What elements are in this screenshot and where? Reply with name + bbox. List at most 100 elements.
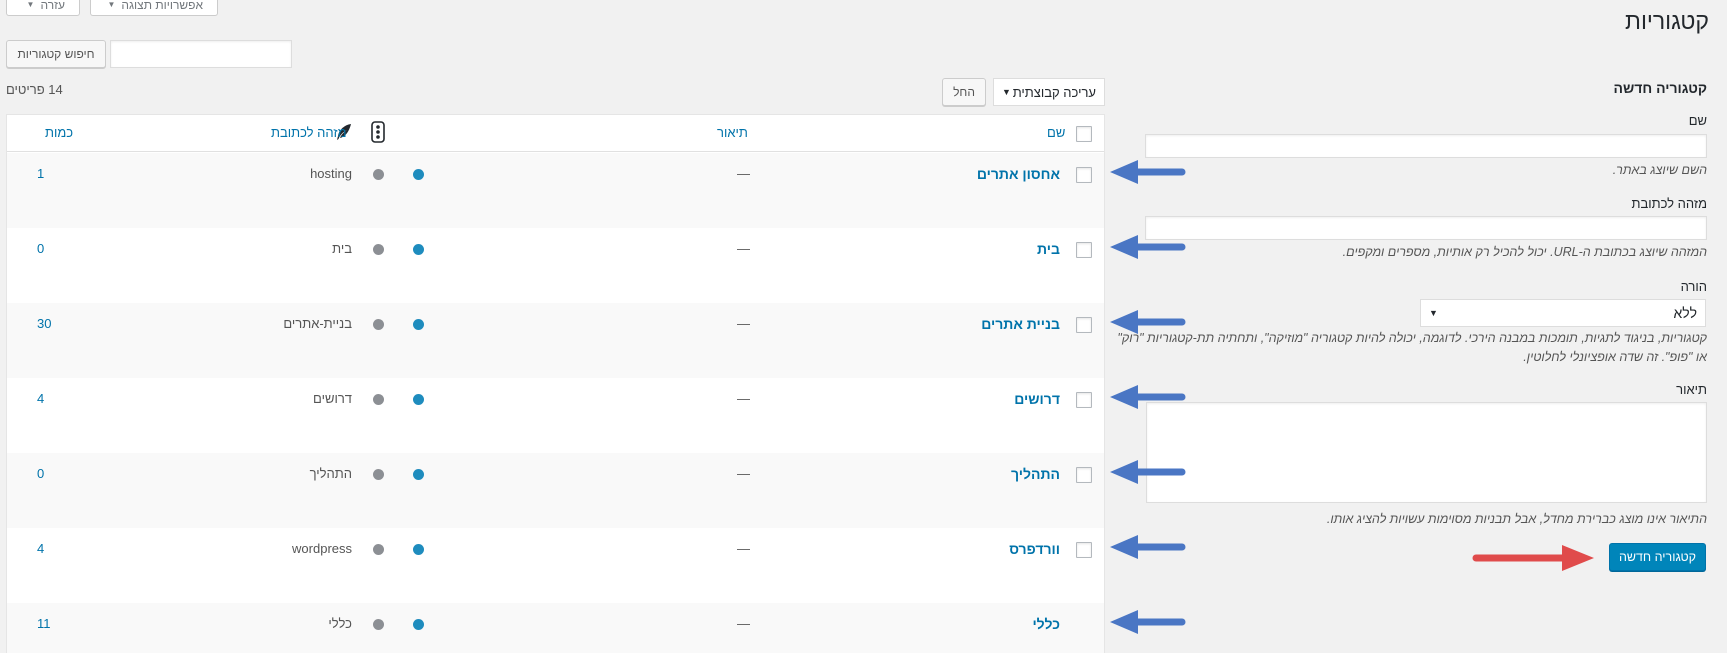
table-row: התהליך — התהליך 0 <box>7 453 1104 528</box>
category-description: — <box>737 391 750 406</box>
category-description: — <box>737 616 750 631</box>
category-description: — <box>737 466 750 481</box>
category-count-link[interactable]: 4 <box>37 391 44 406</box>
category-name-link[interactable]: אחסון אתרים <box>977 166 1060 182</box>
category-description: — <box>737 241 750 256</box>
bulk-actions-select[interactable]: עריכה קבוצתית ▼ <box>993 78 1105 106</box>
table-row: וורדפרס — wordpress 4 <box>7 528 1104 603</box>
category-count-link[interactable]: 4 <box>37 541 44 556</box>
status-dot-gray <box>373 169 384 180</box>
column-count-header[interactable]: כמות <box>45 125 73 140</box>
name-label: שם <box>1688 113 1707 128</box>
category-count-link[interactable]: 0 <box>37 241 44 256</box>
column-slug-header[interactable]: מזהה לכתובת <box>271 125 347 140</box>
category-slug: התהליך <box>309 466 352 481</box>
category-name-link[interactable]: בית <box>1037 241 1060 257</box>
screen-options-button[interactable]: אפשרויות תצוגה ▼ <box>90 0 218 16</box>
parent-select[interactable]: ללא ▼ <box>1420 299 1706 327</box>
description-textarea[interactable] <box>1146 402 1707 503</box>
category-slug: wordpress <box>292 541 352 556</box>
slug-help: המזהה שיוצג בכתובת ה-URL. יכול להכיל רק … <box>1342 245 1707 259</box>
status-dot-gray <box>373 619 384 630</box>
table-row: אחסון אתרים — hosting 1 <box>7 153 1104 228</box>
parent-help-line-1: קטגוריות, בניגוד לתגיות, תומכות במבנה הי… <box>1117 331 1707 345</box>
page-title: קטגוריות <box>1625 8 1709 34</box>
arrow-left-icon <box>1110 310 1186 334</box>
status-dot-blue <box>413 244 424 255</box>
items-count: 14 פריטים <box>6 82 63 97</box>
row-checkbox[interactable] <box>1076 167 1092 183</box>
table-header: שם תיאור מזהה לכתובת כמות <box>7 115 1104 152</box>
description-help: התיאור אינו מוצג כברירת מחדל, אבל תבניות… <box>1326 512 1707 526</box>
parent-select-value: ללא <box>1673 305 1698 321</box>
add-new-category-title: קטגוריה חדשה <box>1613 80 1707 96</box>
category-name-link[interactable]: כללי <box>1032 616 1060 632</box>
category-count-link[interactable]: 0 <box>37 466 44 481</box>
description-label: תיאור <box>1676 382 1707 397</box>
category-slug: בית <box>332 241 352 256</box>
add-new-category-button[interactable]: קטגוריה חדשה <box>1609 543 1706 571</box>
bulk-actions-value: עריכה קבוצתית <box>1012 84 1096 100</box>
table-row: בית — בית 0 <box>7 228 1104 303</box>
search-categories-button[interactable]: חיפוש קטגוריות <box>6 40 106 68</box>
row-checkbox[interactable] <box>1076 467 1092 483</box>
category-description: — <box>737 316 750 331</box>
row-checkbox[interactable] <box>1076 242 1092 258</box>
arrow-left-icon <box>1110 235 1186 259</box>
column-description-header[interactable]: תיאור <box>717 125 748 140</box>
arrow-left-icon <box>1110 385 1186 409</box>
table-row: דרושים — דרושים 4 <box>7 378 1104 453</box>
status-dot-blue <box>413 544 424 555</box>
arrow-right-icon <box>1472 545 1594 571</box>
category-name-link[interactable]: דרושים <box>1014 391 1060 407</box>
select-all-checkbox[interactable] <box>1076 126 1092 142</box>
help-label: עזרה <box>40 0 65 12</box>
category-slug: hosting <box>310 166 352 181</box>
parent-label: הורה <box>1680 279 1707 294</box>
slug-input[interactable] <box>1145 216 1707 240</box>
category-slug: כללי <box>328 616 352 631</box>
status-dot-blue <box>413 619 424 630</box>
status-dot-gray <box>373 469 384 480</box>
category-description: — <box>737 541 750 556</box>
apply-button[interactable]: החל <box>942 78 986 106</box>
category-count-link[interactable]: 11 <box>37 616 51 631</box>
row-checkbox[interactable] <box>1076 392 1092 408</box>
status-dot-gray <box>373 319 384 330</box>
caret-down-icon: ▼ <box>26 0 35 9</box>
arrow-left-icon <box>1110 610 1186 634</box>
category-count-link[interactable]: 1 <box>37 166 44 181</box>
arrow-left-icon <box>1110 460 1186 484</box>
category-name-link[interactable]: בניית אתרים <box>981 316 1060 332</box>
slug-label: מזהה לכתובת <box>1631 196 1707 211</box>
screen-options-label: אפשרויות תצוגה <box>121 0 203 12</box>
status-dot-blue <box>413 169 424 180</box>
categories-table: שם תיאור מזהה לכתובת כמות אחסון אתרים — ho… <box>6 114 1105 653</box>
category-count-link[interactable]: 30 <box>37 316 51 331</box>
category-slug: דרושים <box>313 391 352 406</box>
search-input[interactable] <box>110 40 292 68</box>
name-help: השם שיוצג באתר. <box>1612 163 1707 177</box>
row-checkbox[interactable] <box>1076 542 1092 558</box>
table-row: בניית אתרים — בניית-אתרים 30 <box>7 303 1104 378</box>
category-slug: בניית-אתרים <box>283 316 352 331</box>
category-description: — <box>737 166 750 181</box>
table-row: כללי — כללי 11 <box>7 603 1104 653</box>
caret-down-icon: ▼ <box>1002 87 1011 97</box>
arrow-left-icon <box>1110 160 1186 184</box>
status-dot-blue <box>413 319 424 330</box>
status-dot-gray <box>373 544 384 555</box>
caret-down-icon: ▼ <box>1429 308 1438 318</box>
parent-help-line-2: או "פופ". זה שדה אופציונלי לחלוטין. <box>1523 350 1707 364</box>
status-dot-gray <box>373 394 384 405</box>
status-dot-blue <box>413 394 424 405</box>
category-name-link[interactable]: וורדפרס <box>1009 541 1060 557</box>
help-button[interactable]: עזרה ▼ <box>6 0 80 16</box>
category-name-link[interactable]: התהליך <box>1011 466 1060 482</box>
column-name-header[interactable]: שם <box>1047 125 1065 140</box>
status-dot-blue <box>413 469 424 480</box>
name-input[interactable] <box>1145 134 1707 158</box>
arrow-left-icon <box>1110 535 1186 559</box>
row-checkbox[interactable] <box>1076 317 1092 333</box>
traffic-light-icon <box>371 121 385 146</box>
